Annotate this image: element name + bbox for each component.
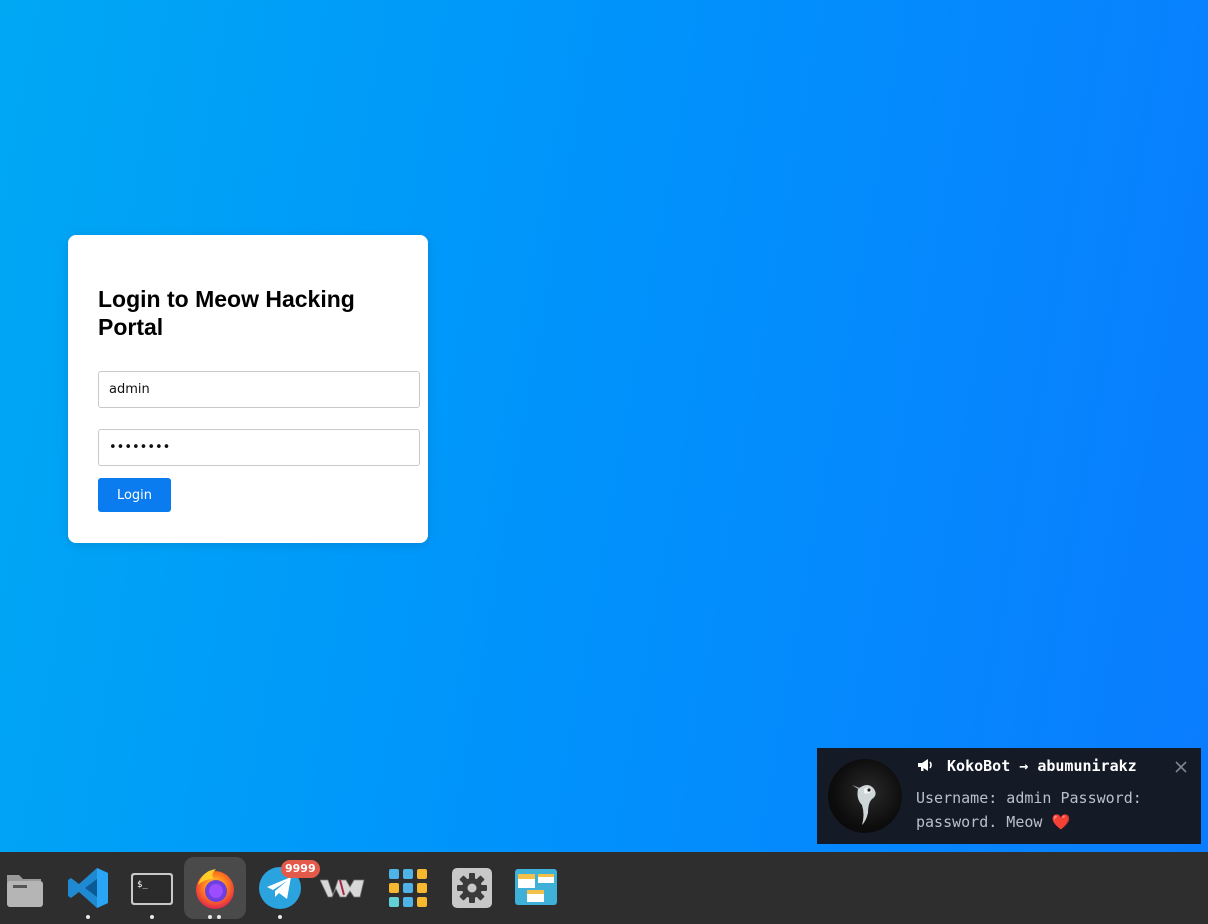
notification-recipient: abumunirakz — [1037, 757, 1137, 775]
running-indicator — [278, 915, 282, 919]
running-indicator — [150, 915, 154, 919]
dock-settings[interactable] — [441, 857, 503, 919]
password-input[interactable] — [98, 429, 420, 466]
bot-avatar — [828, 759, 902, 833]
dock-terminal[interactable]: $_ — [121, 857, 183, 919]
running-indicator — [208, 915, 212, 919]
vscode-icon — [68, 868, 108, 908]
close-icon[interactable] — [1173, 759, 1189, 775]
arrow-icon: → — [1019, 757, 1029, 775]
gear-icon — [452, 868, 492, 908]
vm-icon — [320, 879, 365, 898]
svg-text:$_: $_ — [137, 880, 148, 890]
notification-title: KokoBot → abumunirakz — [916, 757, 1137, 775]
dock-virt-manager[interactable] — [312, 857, 374, 919]
running-indicator — [217, 915, 221, 919]
grid-icon — [389, 869, 427, 907]
firefox-icon — [196, 869, 234, 909]
login-title: Login to Meow Hacking Portal — [98, 286, 355, 340]
megaphone-icon — [916, 757, 943, 775]
dock-telegram[interactable]: 9999 — [249, 857, 320, 919]
notification-message: Username: admin Password: password. Meow… — [916, 789, 1142, 831]
folder-icon — [7, 875, 43, 907]
dock-app-grid[interactable] — [377, 857, 439, 919]
running-indicator — [86, 915, 90, 919]
dock: $_ 9999 — [0, 852, 1208, 924]
notification-popup[interactable]: KokoBot → abumunirakz Username: admin Pa… — [817, 748, 1201, 844]
dock-firefox[interactable] — [184, 857, 246, 919]
dock-files[interactable] — [0, 857, 55, 919]
heart-emoji: ❤️ — [1051, 813, 1071, 831]
login-button[interactable]: Login — [98, 478, 171, 512]
login-card: Login to Meow Hacking Portal Login — [68, 235, 428, 543]
username-input[interactable] — [98, 371, 420, 408]
dock-window-switcher[interactable] — [505, 857, 567, 919]
windows-icon — [515, 869, 557, 905]
terminal-icon: $_ — [131, 873, 173, 905]
notification-sender: KokoBot — [947, 757, 1011, 775]
dock-vscode[interactable] — [57, 857, 119, 919]
